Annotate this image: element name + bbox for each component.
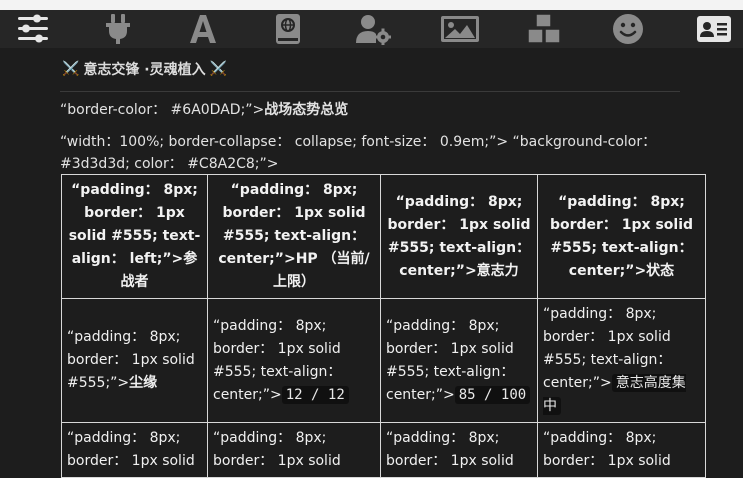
sliders-icon[interactable] [13, 10, 53, 48]
overview-heading: “border-color： #6A0DAD;”>战场态势总览 [60, 101, 710, 119]
table-row: “padding： 8px; border： 1px solid “paddin… [61, 422, 706, 478]
header-willpower: “padding： 8px; border： 1px solid #555; t… [380, 174, 538, 299]
cell-status: “padding： 8px; border： 1px solid [537, 422, 706, 478]
smile-icon[interactable] [608, 10, 648, 48]
header-participant: “padding： 8px; border： 1px solid #555; t… [61, 174, 208, 299]
table-header-row: “padding： 8px; border： 1px solid #555; t… [61, 174, 706, 299]
id-card-icon[interactable] [694, 10, 734, 48]
user-cog-icon[interactable] [353, 10, 393, 48]
book-icon[interactable] [268, 10, 308, 48]
crossed-swords-icon: ⚔️ [62, 61, 80, 77]
style-text: “border-color： #6A0DAD;”> [60, 102, 265, 118]
overview-title: 战场态势总览 [264, 102, 349, 118]
battle-status-table: “padding： 8px; border： 1px solid #555; t… [61, 174, 706, 478]
hp-value: 12 / 12 [281, 385, 349, 404]
cubes-icon[interactable] [524, 10, 564, 48]
window-top-strip [0, 0, 743, 10]
cell-participant: “padding： 8px; border： 1px solid [61, 422, 208, 478]
cell-hp: “padding： 8px; border： 1px solid [207, 422, 381, 478]
cell-hp: “padding： 8px; border： 1px solid #555; t… [207, 298, 381, 423]
willpower-value: 85 / 100 [454, 385, 531, 404]
plug-icon[interactable] [98, 10, 138, 48]
divider [60, 91, 680, 92]
participant-name: 尘缘 [129, 375, 158, 391]
image-icon[interactable] [440, 10, 480, 48]
title-text: 意志交锋 ·灵魂植入 [83, 62, 206, 78]
cell-willpower: “padding： 8px; border： 1px solid [380, 422, 538, 478]
header-hp: “padding： 8px; border： 1px solid #555; t… [207, 174, 381, 299]
message-content: ⚔️ 意志交锋 ·灵魂植入 ⚔️ “border-color： #6A0DAD;… [60, 48, 710, 175]
cell-status: “padding： 8px; border： 1px solid #555; t… [537, 298, 706, 423]
table-style-text: “width：100%; border-collapse： collapse; … [60, 134, 657, 172]
page-title: ⚔️ 意志交锋 ·灵魂植入 ⚔️ [60, 57, 710, 81]
cell-participant: “padding： 8px; border： 1px solid #555;”>… [61, 298, 208, 423]
header-status: “padding： 8px; border： 1px solid #555; t… [537, 174, 706, 299]
top-toolbar [0, 10, 743, 48]
table-row: “padding： 8px; border： 1px solid #555;”>… [61, 298, 706, 423]
crossed-swords-icon: ⚔️ [209, 61, 228, 77]
cell-willpower: “padding： 8px; border： 1px solid #555; t… [380, 298, 538, 423]
font-icon[interactable] [183, 10, 223, 48]
